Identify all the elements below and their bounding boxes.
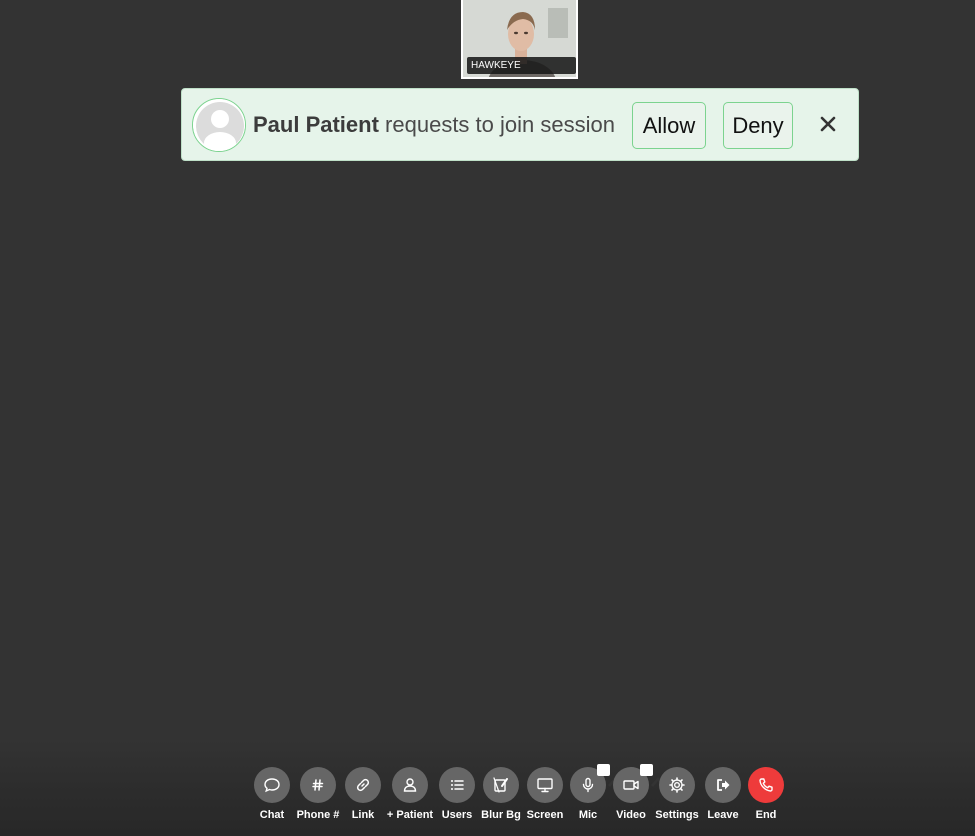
- end-call-label: End: [755, 809, 777, 821]
- hash-icon: [312, 779, 324, 791]
- chat-bubble-icon: [264, 778, 280, 793]
- deny-button[interactable]: Deny: [723, 102, 793, 149]
- link-icon: [356, 778, 370, 792]
- blur-background-icon: [493, 777, 508, 793]
- requester-name: Paul Patient: [253, 112, 379, 137]
- request-message: requests to join session: [385, 112, 615, 137]
- avatar: [192, 98, 246, 152]
- monitor-icon: [537, 778, 553, 793]
- person-icon: [403, 778, 417, 792]
- end-call-button[interactable]: End: [736, 767, 796, 822]
- gear-icon: [669, 777, 685, 793]
- list-icon: [451, 780, 464, 790]
- user-placeholder-icon: [193, 99, 245, 151]
- join-request-text: Paul Patient requests to join session: [253, 110, 615, 140]
- phone-hangup-icon: [759, 778, 773, 792]
- microphone-icon: [582, 777, 594, 793]
- leave-icon: [717, 779, 730, 791]
- self-video-thumbnail[interactable]: HAWKEYE PIERCE: [461, 0, 578, 79]
- participant-name-tag: HAWKEYE PIERCE: [467, 57, 576, 74]
- join-request-banner: Paul Patient requests to join session Al…: [181, 88, 859, 161]
- video-camera-icon: [623, 780, 639, 790]
- allow-button[interactable]: Allow: [632, 102, 706, 149]
- close-icon[interactable]: [817, 113, 839, 135]
